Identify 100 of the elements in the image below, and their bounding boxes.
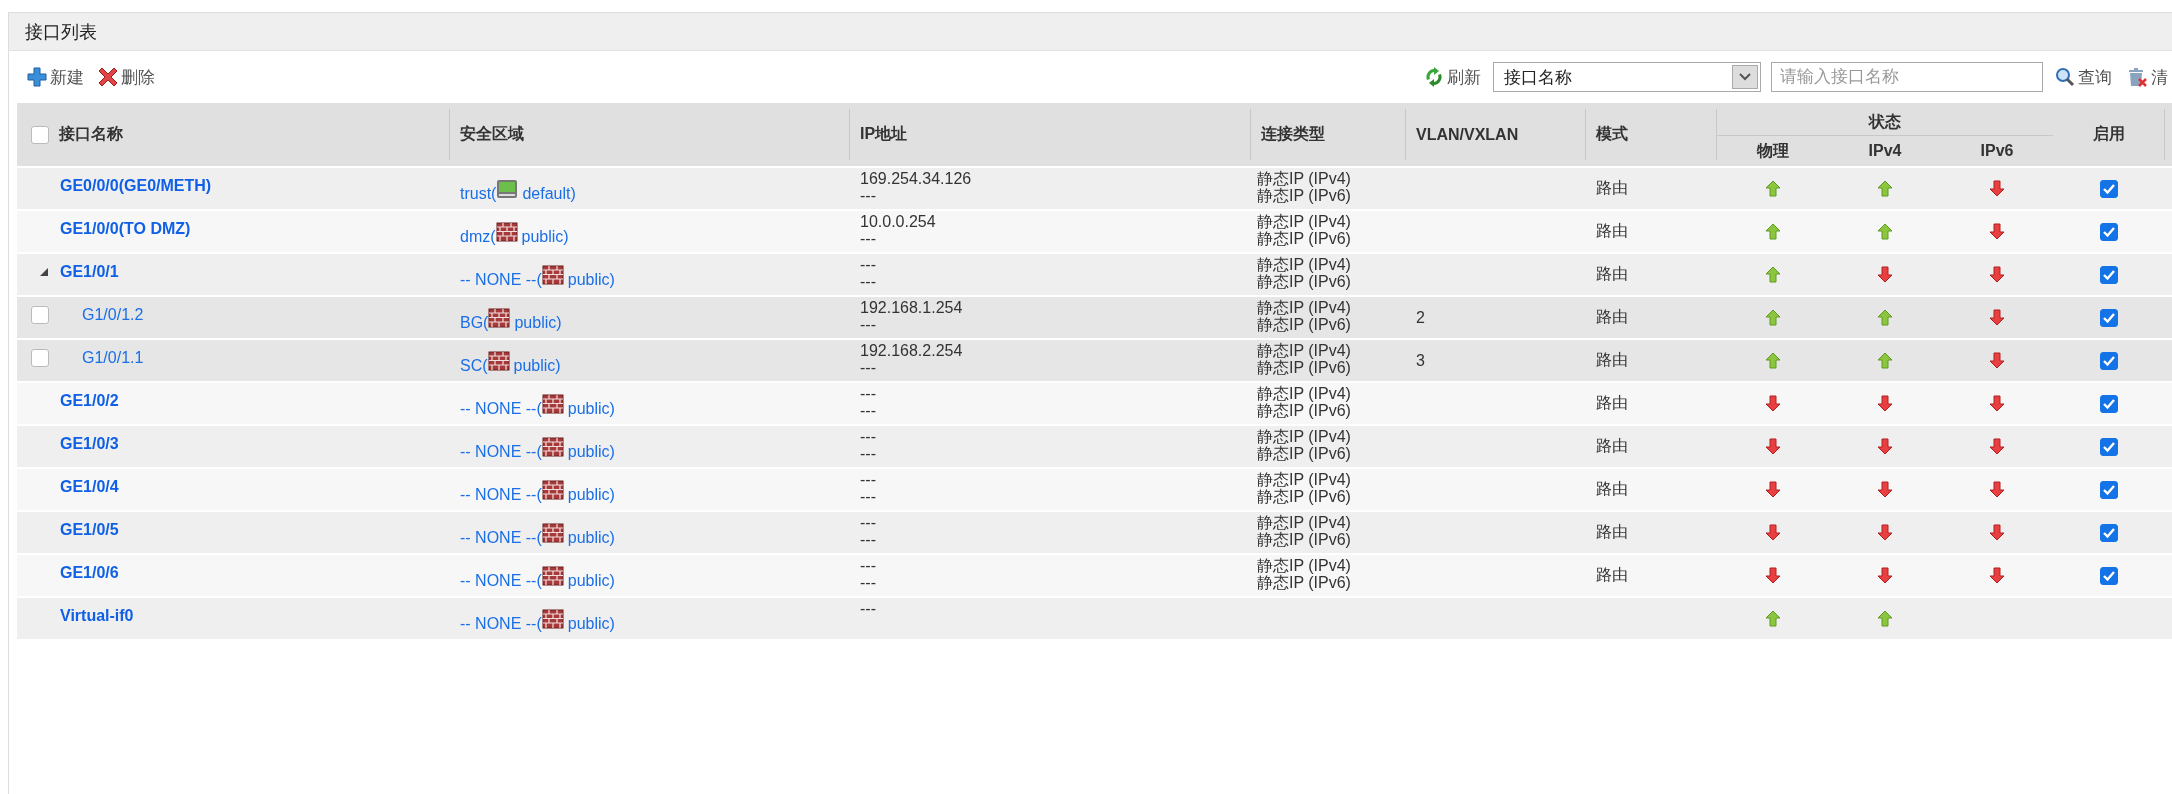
trash-icon (2126, 66, 2148, 88)
ip-address: 169.254.34.126 (860, 170, 972, 187)
connection-type: 静态IP (IPv4) (1257, 170, 1351, 187)
vsys-link[interactable]: public) (567, 271, 615, 289)
zone-link[interactable]: -- NONE --( (460, 271, 542, 289)
interface-link[interactable]: GE1/0/1 (60, 262, 119, 281)
interface-link[interactable]: GE1/0/4 (60, 477, 119, 496)
vsys-link[interactable]: public) (567, 529, 615, 547)
mode-text: 路由 (1596, 350, 1628, 370)
connection-type: 静态IP (IPv4) (1257, 428, 1351, 445)
connection-type: 静态IP (IPv4) (1257, 557, 1351, 574)
enable-checkbox[interactable] (2100, 351, 2118, 370)
ip-address: --- (860, 385, 876, 402)
interface-link[interactable]: GE1/0/0(TO DMZ) (60, 219, 191, 238)
new-button[interactable]: 新建 (25, 63, 86, 91)
connection-type: 静态IP (IPv4) (1257, 256, 1351, 273)
plus-icon (27, 67, 47, 87)
vsys-link[interactable]: default) (522, 185, 576, 203)
zone-link[interactable]: SC( (460, 357, 488, 375)
ip-address: --- (860, 600, 876, 617)
connection-type: 静态IP (IPv6) (1257, 273, 1351, 290)
zone-link[interactable]: -- NONE --( (460, 615, 542, 633)
zone-link[interactable]: -- NONE --( (460, 486, 542, 504)
chevron-down-icon (1739, 73, 1751, 81)
refresh-button[interactable]: 刷新 (1422, 63, 1483, 91)
enable-checkbox[interactable] (2100, 222, 2118, 241)
column-header: 接口名称 (59, 124, 123, 144)
interface-link[interactable]: Virtual-if0 (60, 606, 134, 625)
mode-text: 路由 (1596, 307, 1628, 327)
clear-button[interactable]: 清 (2124, 63, 2172, 91)
panel-title: 接口列表 (25, 19, 97, 44)
query-button[interactable]: 查询 (2053, 63, 2114, 91)
mode-text: 路由 (1596, 393, 1628, 413)
enable-checkbox[interactable] (2100, 566, 2118, 585)
connection-type: 静态IP (IPv4) (1257, 471, 1351, 488)
column-header: IPv4 (1868, 142, 1902, 160)
column-header: 状态 (1869, 111, 1901, 132)
search-icon (2055, 67, 2075, 87)
connection-type: 静态IP (IPv6) (1257, 230, 1351, 247)
enable-checkbox[interactable] (2100, 394, 2118, 413)
search-field[interactable]: 请输入接口名称 (1771, 62, 2043, 92)
connection-type: 静态IP (IPv6) (1257, 574, 1351, 591)
column-header: IP地址 (860, 124, 908, 144)
column-header: IPv6 (1980, 142, 2014, 160)
interface-link[interactable]: G1/0/1.2 (82, 305, 144, 324)
enable-checkbox[interactable] (2100, 179, 2118, 198)
enable-checkbox[interactable] (2100, 437, 2118, 456)
delete-button[interactable]: 删除 (96, 63, 157, 91)
ip-address: 192.168.2.254 (860, 342, 963, 359)
ip-address: --- (860, 488, 876, 505)
row-checkbox[interactable] (31, 348, 49, 367)
interface-link[interactable]: GE1/0/5 (60, 520, 119, 539)
column-header: 启用 (2092, 124, 2125, 144)
enable-checkbox[interactable] (2100, 265, 2118, 284)
vsys-link[interactable]: public) (513, 357, 561, 375)
zone-link[interactable]: -- NONE --( (460, 400, 542, 418)
vlan-id: 2 (1416, 308, 1425, 327)
zone-link[interactable]: -- NONE --( (460, 572, 542, 590)
connection-type: 静态IP (IPv4) (1257, 514, 1351, 531)
select-all-checkbox[interactable] (31, 125, 49, 144)
interface-link[interactable]: GE0/0/0(GE0/METH) (60, 176, 212, 195)
ip-address: --- (860, 557, 876, 574)
connection-type: 静态IP (IPv6) (1257, 316, 1351, 333)
zone-link[interactable]: trust( (460, 185, 497, 203)
column-header: VLAN/VXLAN (1416, 125, 1519, 144)
vsys-link[interactable]: public) (567, 400, 615, 418)
connection-type: 静态IP (IPv4) (1257, 385, 1351, 402)
zone-link[interactable]: BG( (460, 314, 489, 332)
x-icon (98, 67, 118, 87)
zone-link[interactable]: -- NONE --( (460, 443, 542, 461)
mode-text: 路由 (1596, 565, 1628, 585)
mode-text: 路由 (1596, 221, 1628, 241)
vsys-link[interactable]: public) (567, 572, 615, 590)
row-checkbox[interactable] (31, 305, 49, 324)
ip-address: 192.168.1.254 (860, 299, 963, 316)
interface-link[interactable]: GE1/0/2 (60, 391, 119, 410)
vsys-link[interactable]: public) (514, 314, 562, 332)
mode-text: 路由 (1596, 522, 1628, 542)
ip-address: --- (860, 256, 876, 273)
interface-link[interactable]: GE1/0/3 (60, 434, 119, 453)
zone-link[interactable]: -- NONE --( (460, 529, 542, 547)
vsys-link[interactable]: public) (567, 615, 615, 633)
ip-address: --- (860, 402, 876, 419)
enable-checkbox[interactable] (2100, 480, 2118, 499)
interface-link[interactable]: GE1/0/6 (60, 563, 119, 582)
filter-select[interactable]: 接口名称 (1493, 62, 1761, 92)
ip-address: --- (860, 514, 876, 531)
ip-address: --- (860, 316, 876, 333)
vsys-link[interactable]: public) (567, 486, 615, 504)
interface-link[interactable]: G1/0/1.1 (82, 348, 144, 367)
connection-type: 静态IP (IPv6) (1257, 187, 1351, 204)
zone-link[interactable]: dmz( (460, 228, 496, 246)
column-header: 安全区域 (460, 124, 524, 144)
enable-checkbox[interactable] (2100, 523, 2118, 542)
vsys-link[interactable]: public) (521, 228, 569, 246)
ip-address: --- (860, 273, 876, 290)
refresh-icon (1424, 67, 1444, 87)
vsys-link[interactable]: public) (567, 443, 615, 461)
ip-address: --- (860, 359, 876, 376)
enable-checkbox[interactable] (2100, 308, 2118, 327)
